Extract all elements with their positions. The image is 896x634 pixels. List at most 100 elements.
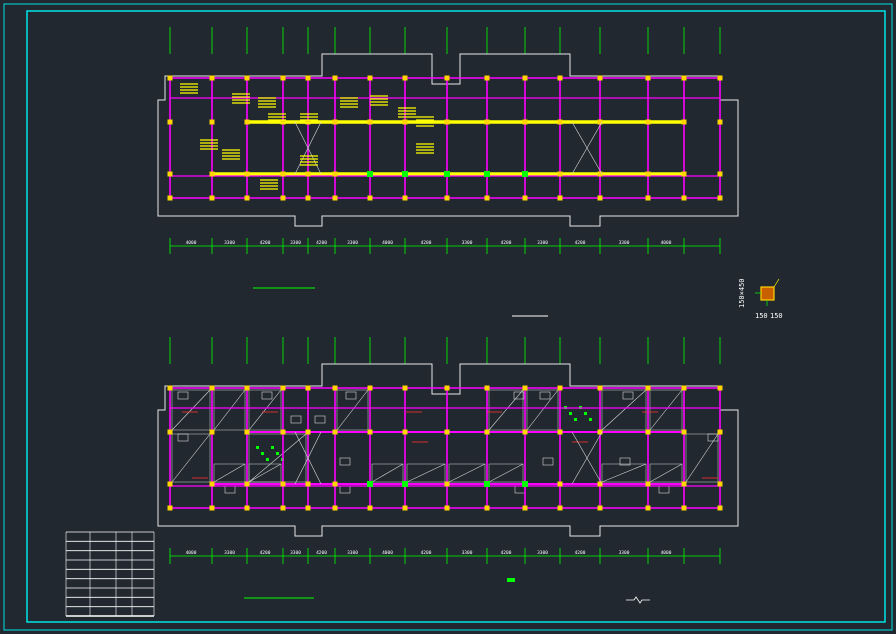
column (244, 481, 250, 487)
scale-marker-bottom (507, 578, 515, 582)
column (717, 505, 723, 511)
column (280, 481, 286, 487)
rebar-mark (574, 418, 577, 421)
section-label-b: 150 (755, 312, 768, 320)
column (444, 195, 450, 201)
beam-node (367, 171, 373, 177)
dimension-label: 3300 (462, 550, 473, 556)
dimension-label: 3300 (537, 550, 548, 556)
column (244, 385, 250, 391)
column (681, 171, 687, 177)
column (522, 429, 528, 435)
column (717, 195, 723, 201)
column (681, 385, 687, 391)
column (597, 195, 603, 201)
dimension-label: 3300 (290, 550, 301, 556)
column (681, 505, 687, 511)
column (645, 505, 651, 511)
dimension-label: 4200 (501, 550, 512, 556)
column (367, 505, 373, 511)
dimension-label: 3300 (462, 240, 473, 246)
beam-node (402, 171, 408, 177)
column (402, 75, 408, 81)
column (402, 119, 408, 125)
column (484, 429, 490, 435)
dimension-label: 3300 (224, 240, 235, 246)
column (444, 505, 450, 511)
column (484, 75, 490, 81)
column (332, 385, 338, 391)
dimension-label: 3300 (347, 550, 358, 556)
column (209, 429, 215, 435)
column (305, 171, 311, 177)
column (444, 119, 450, 125)
column (681, 75, 687, 81)
column (167, 195, 173, 201)
column (402, 385, 408, 391)
column (367, 385, 373, 391)
column (557, 195, 563, 201)
beam-node (522, 481, 528, 487)
column (209, 119, 215, 125)
beam-node (402, 481, 408, 487)
dimension-label: 4000 (661, 240, 672, 246)
column (557, 481, 563, 487)
column (305, 429, 311, 435)
cad-drawing-canvas: 4000 3300 4200 3300 4200 3300 4000 4200 3300 4200… (0, 0, 896, 634)
dimension-label: 3300 (537, 240, 548, 246)
column (645, 171, 651, 177)
column (645, 385, 651, 391)
column (522, 505, 528, 511)
column (305, 75, 311, 81)
column (557, 119, 563, 125)
column (244, 171, 250, 177)
dimension-label: 4000 (186, 550, 197, 556)
dimension-label: 4200 (316, 240, 327, 246)
column (681, 429, 687, 435)
column (597, 385, 603, 391)
column (522, 75, 528, 81)
beam-node (522, 171, 528, 177)
dimension-label: 3300 (347, 240, 358, 246)
column (717, 75, 723, 81)
column (244, 429, 250, 435)
dimension-label: 4200 (501, 240, 512, 246)
column (209, 195, 215, 201)
column (484, 505, 490, 511)
column (209, 481, 215, 487)
column (367, 75, 373, 81)
dimension-label: 3300 (619, 550, 630, 556)
column (444, 481, 450, 487)
column (402, 195, 408, 201)
column (681, 119, 687, 125)
column (280, 171, 286, 177)
column (332, 119, 338, 125)
dimension-label: 4200 (260, 550, 271, 556)
column (444, 429, 450, 435)
dimension-label: 4200 (575, 240, 586, 246)
column (484, 385, 490, 391)
dimension-label: 4200 (575, 550, 586, 556)
column (645, 119, 651, 125)
column (717, 481, 723, 487)
column (645, 481, 651, 487)
column (645, 195, 651, 201)
column (332, 429, 338, 435)
column (717, 385, 723, 391)
column (209, 171, 215, 177)
column (167, 429, 173, 435)
column (402, 429, 408, 435)
column (209, 75, 215, 81)
dimension-label: 3300 (290, 240, 301, 246)
column (167, 481, 173, 487)
column (367, 119, 373, 125)
dimension-label: 4200 (421, 240, 432, 246)
column (305, 385, 311, 391)
beam-node (444, 171, 450, 177)
rebar-mark (261, 452, 264, 455)
column (332, 505, 338, 511)
column (280, 385, 286, 391)
dimension-label: 4000 (661, 550, 672, 556)
column (305, 481, 311, 487)
column (522, 195, 528, 201)
